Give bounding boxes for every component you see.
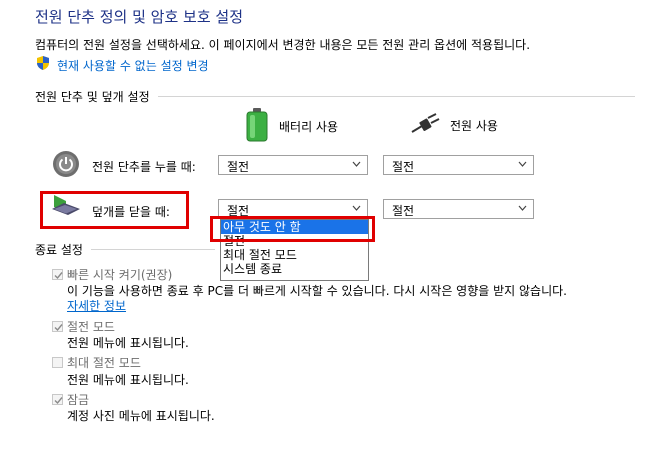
hibernate-checkbox[interactable]: [52, 357, 63, 368]
chevron-down-icon: [518, 161, 527, 168]
shutdown-section-heading: 종료 설정: [35, 241, 215, 258]
sleep-label: 절전 모드: [67, 320, 115, 334]
lid-close-battery-select[interactable]: 절전: [218, 199, 368, 219]
lid-close-dropdown-list[interactable]: 아무 것도 안 함 절전 최대 절전 모드 시스템 종료: [220, 219, 369, 281]
page-title: 전원 단추 정의 및 암호 보호 설정: [35, 8, 244, 26]
select-value: 절전: [227, 160, 250, 174]
section-divider: [157, 96, 635, 97]
select-value: 절전: [227, 204, 250, 218]
sleep-option[interactable]: 절전 모드: [52, 318, 115, 335]
more-info-link[interactable]: 자세한 정보: [67, 297, 126, 314]
change-settings-link-row[interactable]: 현재 사용할 수 없는 설정 변경: [35, 55, 209, 75]
laptop-lid-icon: [50, 193, 82, 223]
lid-close-plugged-select[interactable]: 절전: [383, 199, 534, 219]
battery-icon: [245, 108, 269, 145]
chevron-down-icon: [518, 205, 527, 212]
lock-label: 잠금: [67, 393, 90, 407]
select-value: 절전: [392, 204, 415, 218]
plugged-label: 전원 사용: [450, 119, 498, 133]
fast-startup-checkbox[interactable]: [52, 269, 63, 280]
power-button-battery-select[interactable]: 절전: [218, 155, 368, 175]
power-plug-icon: [410, 112, 440, 139]
plugged-column-header: 전원 사용: [410, 112, 498, 139]
hibernate-label: 최대 절전 모드: [67, 356, 141, 370]
lid-close-label: 덮개를 닫을 때:: [92, 205, 170, 219]
chevron-down-icon: [352, 161, 361, 168]
power-section-heading: 전원 단추 및 덮개 설정: [35, 88, 635, 105]
power-button-plugged-select[interactable]: 절전: [383, 155, 534, 175]
hibernate-option[interactable]: 최대 절전 모드: [52, 354, 141, 371]
dropdown-option-hibernate[interactable]: 최대 절전 모드: [221, 248, 368, 262]
fast-startup-label: 빠른 시작 켜기(권장): [67, 268, 173, 282]
fast-startup-option[interactable]: 빠른 시작 켜기(권장): [52, 266, 172, 283]
change-unavailable-settings-link[interactable]: 현재 사용할 수 없는 설정 변경: [57, 57, 209, 74]
chevron-down-icon: [352, 205, 361, 212]
select-value: 절전: [392, 160, 415, 174]
sleep-description: 전원 메뉴에 표시됩니다.: [67, 336, 189, 350]
sleep-checkbox[interactable]: [52, 321, 63, 332]
battery-label: 배터리 사용: [279, 120, 339, 134]
fast-startup-description: 이 기능을 사용하면 종료 후 PC를 더 빠르게 시작할 수 있습니다. 다시…: [67, 284, 567, 298]
battery-column-header: 배터리 사용: [245, 108, 338, 145]
page-description: 컴퓨터의 전원 설정을 선택하세요. 이 페이지에서 변경한 내용은 모든 전원…: [35, 38, 531, 52]
uac-shield-icon: [35, 55, 51, 75]
dropdown-option-sleep[interactable]: 절전: [221, 234, 368, 248]
section-divider: [90, 249, 215, 250]
dropdown-option-do-nothing[interactable]: 아무 것도 안 함: [221, 220, 368, 234]
lock-checkbox[interactable]: [52, 394, 63, 405]
power-button-label: 전원 단추를 누를 때:: [92, 160, 196, 174]
shutdown-section-heading-text: 종료 설정: [35, 243, 83, 257]
lock-description: 계정 사진 메뉴에 표시됩니다.: [67, 409, 215, 423]
dropdown-option-shutdown[interactable]: 시스템 종료: [221, 262, 368, 276]
power-section-heading-text: 전원 단추 및 덮개 설정: [35, 90, 150, 104]
power-button-icon: [52, 150, 80, 182]
hibernate-description: 전원 메뉴에 표시됩니다.: [67, 373, 189, 387]
lock-option[interactable]: 잠금: [52, 391, 89, 408]
